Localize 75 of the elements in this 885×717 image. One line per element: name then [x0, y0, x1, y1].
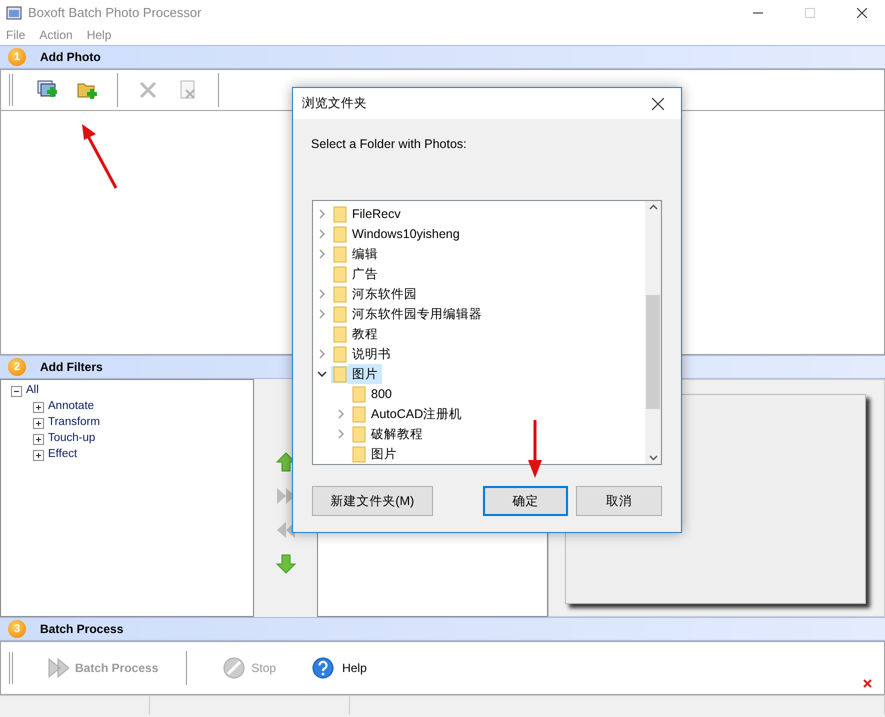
chevron-right-icon[interactable] [317, 309, 327, 319]
folder-item[interactable]: 800 [367, 384, 396, 404]
folder-item[interactable]: AutoCAD注册机 [367, 404, 466, 424]
folder-item[interactable]: 图片 [348, 364, 382, 384]
tree-item[interactable]: Touch-up [48, 430, 96, 448]
stop-icon [223, 657, 246, 679]
step-number: 1 [8, 48, 26, 66]
folder-item[interactable]: 图片 [367, 444, 401, 464]
scroll-down-icon[interactable] [648, 455, 658, 461]
expand-icon[interactable] [33, 434, 44, 444]
folder-item[interactable]: 河东软件园 [348, 284, 421, 304]
help-icon [312, 657, 336, 679]
close-icon[interactable] [652, 98, 664, 110]
expand-icon[interactable] [33, 450, 44, 460]
menu-item[interactable]: Help [86, 26, 112, 44]
folder-icon [352, 386, 366, 402]
folder-icon [333, 266, 347, 282]
window-title: Boxoft Batch Photo Processor [28, 4, 202, 22]
arrow-down-icon [274, 553, 296, 575]
section-title: Batch Process [40, 621, 124, 638]
folder-icon [333, 286, 347, 302]
tree-item[interactable]: All [26, 382, 39, 400]
folder-item[interactable]: Windows10yisheng [348, 224, 464, 244]
folder-icon [333, 326, 347, 342]
menu-item[interactable]: Action [39, 26, 73, 44]
delete-icon [137, 79, 159, 101]
scrollbar[interactable] [645, 201, 661, 464]
tree-item[interactable]: Effect [48, 446, 78, 464]
toolbar-button[interactable]: Help [302, 657, 377, 679]
chevron-right-icon[interactable] [317, 229, 327, 239]
dialog-button[interactable]: 确定 [482, 486, 568, 516]
folder-icon [333, 226, 347, 242]
fast-forward-icon [47, 657, 69, 679]
chevron-right-icon[interactable] [317, 249, 327, 259]
scroll-thumb[interactable] [646, 295, 660, 409]
folder-item[interactable]: 教程 [348, 324, 382, 344]
chevron-right-icon[interactable] [336, 409, 346, 419]
step-number: 3 [8, 620, 26, 638]
folder-item[interactable]: FileRecv [348, 204, 405, 224]
dialog-title: 浏览文件夹 [302, 95, 367, 112]
folder-icon [352, 446, 366, 462]
annotation-arrow [528, 420, 542, 478]
expand-icon[interactable] [33, 418, 44, 428]
folder-icon [333, 306, 347, 322]
folder-icon [352, 426, 366, 442]
tree-item[interactable]: Annotate [48, 398, 94, 416]
step-number: 2 [8, 358, 26, 376]
section-title: Add Photo [40, 49, 101, 66]
scroll-up-icon[interactable] [648, 204, 658, 210]
folder-item[interactable]: 说明书 [348, 344, 395, 364]
tree-item[interactable]: Transform [48, 414, 100, 432]
folder-icon [333, 366, 347, 382]
chevron-down-icon[interactable] [317, 369, 327, 379]
expand-icon[interactable] [33, 402, 44, 412]
folder-icon [333, 206, 347, 222]
close-icon[interactable] [857, 8, 867, 18]
annotation-arrow [82, 124, 118, 189]
folder-icon [333, 246, 347, 262]
folder-item[interactable]: 河东软件园专用编辑器 [348, 304, 486, 324]
dialog-button[interactable]: 新建文件夹(M) [312, 486, 433, 516]
collapse-icon[interactable] [11, 386, 22, 396]
folder-item[interactable]: 编辑 [348, 244, 382, 264]
menu-item[interactable]: File [6, 26, 26, 44]
folder-icon [333, 346, 347, 362]
app-icon [6, 6, 22, 20]
chevron-right-icon[interactable] [336, 429, 346, 439]
folder-icon [352, 406, 366, 422]
folder-item[interactable]: 广告 [348, 264, 382, 284]
chevron-right-icon[interactable] [317, 289, 327, 299]
dialog-prompt: Select a Folder with Photos: [310, 136, 468, 153]
dialog-button[interactable]: 取消 [576, 486, 662, 516]
chevron-right-icon[interactable] [317, 209, 327, 219]
chevron-right-icon[interactable] [317, 349, 327, 359]
section-title: Add Filters [40, 359, 103, 376]
folder-item[interactable]: 破解教程 [367, 424, 427, 444]
